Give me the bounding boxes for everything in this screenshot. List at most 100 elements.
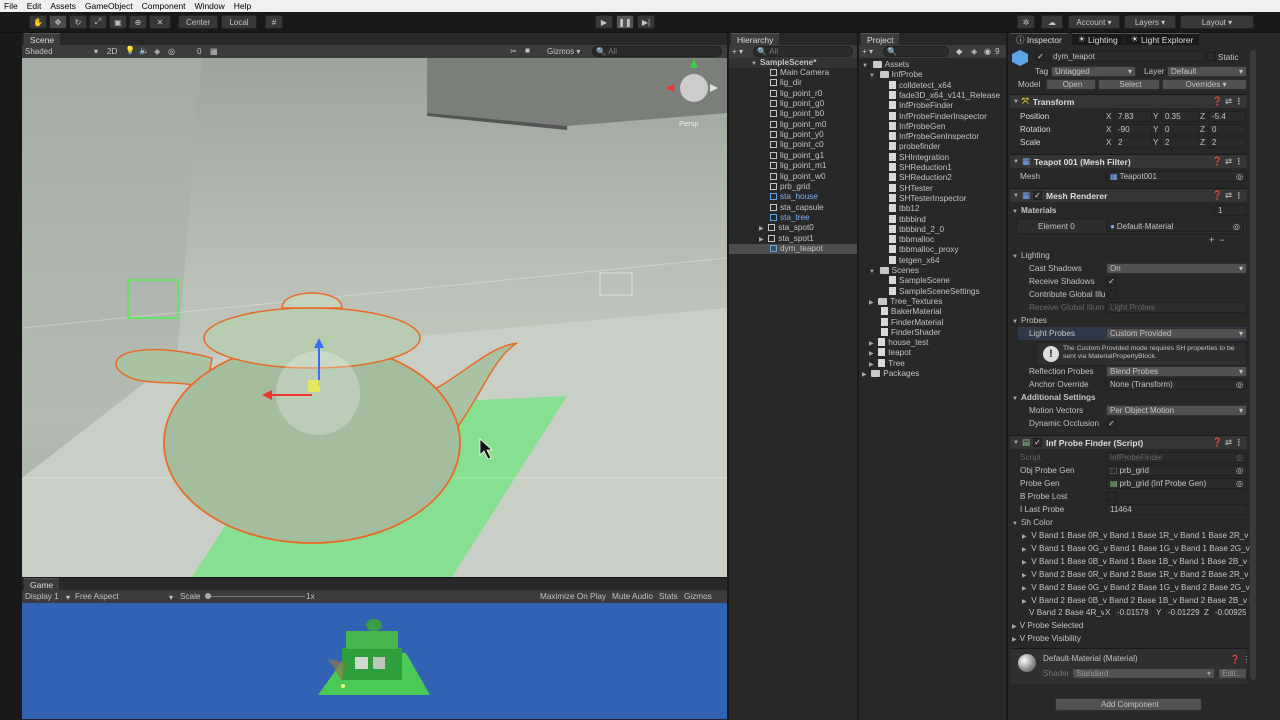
project-packages-folder[interactable]: ▶ Packages [860, 369, 1006, 379]
scene-root[interactable]: ▼ SampleScene* [729, 58, 857, 68]
active-checkbox[interactable]: ✓ [1036, 52, 1045, 61]
collab-icon[interactable]: ✲ [1017, 15, 1035, 29]
expand-arrow-icon[interactable]: ▶ [759, 226, 765, 232]
cloud-icon[interactable]: ☁ [1041, 15, 1063, 29]
tab-light-explorer[interactable]: ☀ Light Explorer [1125, 33, 1200, 45]
mesh-filter-header[interactable]: ▼ ▦ Teapot 001 (Mesh Filter) ❓ ⇄ ⋮ [1010, 154, 1247, 168]
rect-tool-icon[interactable]: ▣ [109, 15, 127, 29]
reflection-probes-dropdown[interactable]: Blend Probes ▾ [1106, 366, 1247, 377]
layer-dropdown[interactable]: Default ▾ [1167, 66, 1247, 77]
project-file[interactable]: SHReduction1 [860, 163, 1006, 173]
tab-scene[interactable]: Scene [24, 33, 61, 45]
grid-snap-icon[interactable]: # [265, 15, 283, 29]
project-file[interactable]: SHTesterInspector [860, 193, 1006, 204]
project-file[interactable]: InfProbeGen [860, 121, 1006, 132]
expand-arrow-icon[interactable]: ▼ [869, 73, 877, 79]
project-add-button[interactable]: + ▾ [862, 46, 873, 56]
menu-file[interactable]: File [4, 1, 18, 11]
project-scenes-folder[interactable]: ▼ Scenes [860, 266, 1006, 276]
axis-label[interactable]: Y [1153, 112, 1158, 121]
sh-color-row[interactable]: ▶ V Band 1 Base 0R_v Band 1 Base 1R_v Ba… [1022, 531, 1250, 540]
project-asset[interactable]: ▶ teapot [860, 348, 1006, 358]
project-infprobe-folder[interactable]: ▼ InfProbe [860, 70, 1006, 80]
menu-gameobject[interactable]: GameObject [85, 1, 133, 11]
display-dropdown-arrow[interactable]: ▾ [66, 592, 70, 602]
mesh-renderer-enabled-checkbox[interactable]: ✓ [1032, 191, 1042, 200]
tab-game[interactable]: Game [24, 578, 60, 590]
game-gizmos-toggle[interactable]: Gizmos [684, 592, 712, 601]
scale-slider-thumb[interactable] [205, 593, 211, 599]
component-menu-icon[interactable]: ❓ ⇄ ⋮ [1212, 156, 1243, 167]
project-file[interactable]: fade3D_x64_v141_Release [860, 90, 1006, 101]
gizmos-dropdown[interactable]: Gizmos ▾ [544, 46, 589, 57]
axis-label[interactable]: Z [1200, 138, 1205, 147]
transform-tool-icon[interactable]: ⊕ [129, 15, 147, 29]
menu-component[interactable]: Component [142, 1, 186, 11]
pivot-local-button[interactable]: Local [221, 15, 257, 29]
expand-arrow-icon[interactable]: ▶ [1022, 586, 1028, 592]
persp-label[interactable]: Persp [679, 119, 699, 128]
light-probes-dropdown[interactable]: Custom Provided ▾ [1106, 328, 1247, 339]
scale-slider[interactable] [208, 596, 305, 597]
scene-search-input[interactable]: 🔍 All [592, 46, 722, 57]
transform-rot-field[interactable]: 0 [1208, 124, 1246, 135]
project-file[interactable]: InfProbeFinderInspector [860, 111, 1006, 122]
probes-section[interactable]: ▼ Probes [1012, 316, 1047, 325]
project-scene-file[interactable]: SampleSceneSettings [860, 286, 1006, 297]
tab-inspector[interactable]: ⓘ Inspector [1010, 33, 1068, 45]
transform-scl-field[interactable]: 2 [1161, 137, 1199, 148]
2d-toggle[interactable]: 2D [107, 47, 117, 56]
project-asset[interactable]: ▶ Tree_Textures [860, 297, 1006, 307]
account-dropdown[interactable]: Account ▾ [1068, 15, 1120, 29]
expand-arrow-icon[interactable]: ▶ [869, 351, 875, 357]
aspect-dropdown[interactable]: Free Aspect [75, 592, 119, 601]
tools-icon[interactable]: ✂ [510, 46, 517, 56]
project-file[interactable]: colldetect_x64 [860, 80, 1006, 91]
b-probe-lost-checkbox[interactable] [1107, 492, 1116, 501]
overrides-dropdown[interactable]: Overrides ▾ [1162, 79, 1247, 90]
audio-toggle-icon[interactable]: 🔈 [139, 46, 149, 56]
sh-color-row[interactable]: ▶ V Band 2 Base 0R_v Band 2 Base 1R_v Ba… [1022, 570, 1250, 579]
expand-arrow-icon[interactable]: ▶ [1022, 560, 1028, 566]
transform-scl-field[interactable]: 2 [1208, 137, 1246, 148]
band4-x-field[interactable]: -0.01578 [1113, 607, 1153, 618]
hierarchy-item[interactable]: lig_point_y0 [729, 130, 857, 140]
select-button[interactable]: Select [1098, 79, 1160, 90]
axis-label[interactable]: X [1106, 125, 1111, 134]
menu-edit[interactable]: Edit [27, 1, 42, 11]
transform-scl-field[interactable]: 2 [1114, 137, 1152, 148]
tab-hierarchy[interactable]: Hierarchy [731, 33, 780, 45]
expand-arrow-icon[interactable]: ▼ [862, 63, 870, 69]
expand-arrow-icon[interactable]: ▶ [1022, 573, 1028, 579]
project-asset[interactable]: ▶ Tree [860, 358, 1006, 369]
object-name-field[interactable]: dym_teapot [1049, 51, 1205, 62]
shading-mode-dropdown[interactable]: Shaded ▾ [22, 46, 100, 57]
display-dropdown[interactable]: Display 1 [25, 592, 59, 601]
hierarchy-item[interactable]: lig_dir [729, 78, 857, 88]
hierarchy-item[interactable]: sta_house [729, 192, 857, 202]
sh-color-row[interactable]: ▶ V Band 1 Base 0G_v Band 1 Base 1G_v Ba… [1022, 544, 1250, 553]
project-asset[interactable]: BakerMaterial [860, 307, 1006, 317]
element-0-field[interactable]: ● Default-Material ◎ [1106, 221, 1244, 232]
hierarchy-item[interactable]: lig_point_g1 [729, 151, 857, 161]
component-menu-icon[interactable]: ❓ ⇄ ⋮ [1212, 437, 1243, 448]
script-enabled-checkbox[interactable]: ✓ [1032, 438, 1042, 447]
project-file[interactable]: SHIntegration [860, 152, 1006, 163]
hierarchy-item[interactable]: lig_point_w0 [729, 172, 857, 182]
pause-button[interactable]: ❚❚ [616, 15, 634, 29]
static-checkbox[interactable] [1207, 52, 1216, 61]
obj-probe-gen-field[interactable]: ⬚ prb_grid ◎ [1106, 465, 1247, 476]
script-header[interactable]: ▼ ▤ ✓ Inf Probe Finder (Script) ❓ ⇄ ⋮ [1010, 435, 1247, 449]
i-last-probe-field[interactable]: 11464 [1106, 504, 1247, 515]
hierarchy-item[interactable]: lig_point_g0 [729, 99, 857, 109]
transform-pos-field[interactable]: -5.4 [1208, 111, 1246, 122]
lighting-section[interactable]: ▼ Lighting [1012, 251, 1050, 260]
tab-project[interactable]: Project [861, 33, 900, 45]
material-menu-icon[interactable]: ❓ ⋮ [1230, 654, 1251, 665]
project-asset[interactable]: FinderShader [860, 327, 1006, 338]
rotate-tool-icon[interactable]: ↻ [69, 15, 87, 29]
hierarchy-item[interactable]: lig_point_b0 [729, 109, 857, 119]
transform-pos-field[interactable]: 0.35 [1161, 111, 1199, 122]
expand-arrow-icon[interactable]: ▶ [1022, 547, 1028, 553]
cast-shadows-dropdown[interactable]: On ▾ [1106, 263, 1247, 274]
